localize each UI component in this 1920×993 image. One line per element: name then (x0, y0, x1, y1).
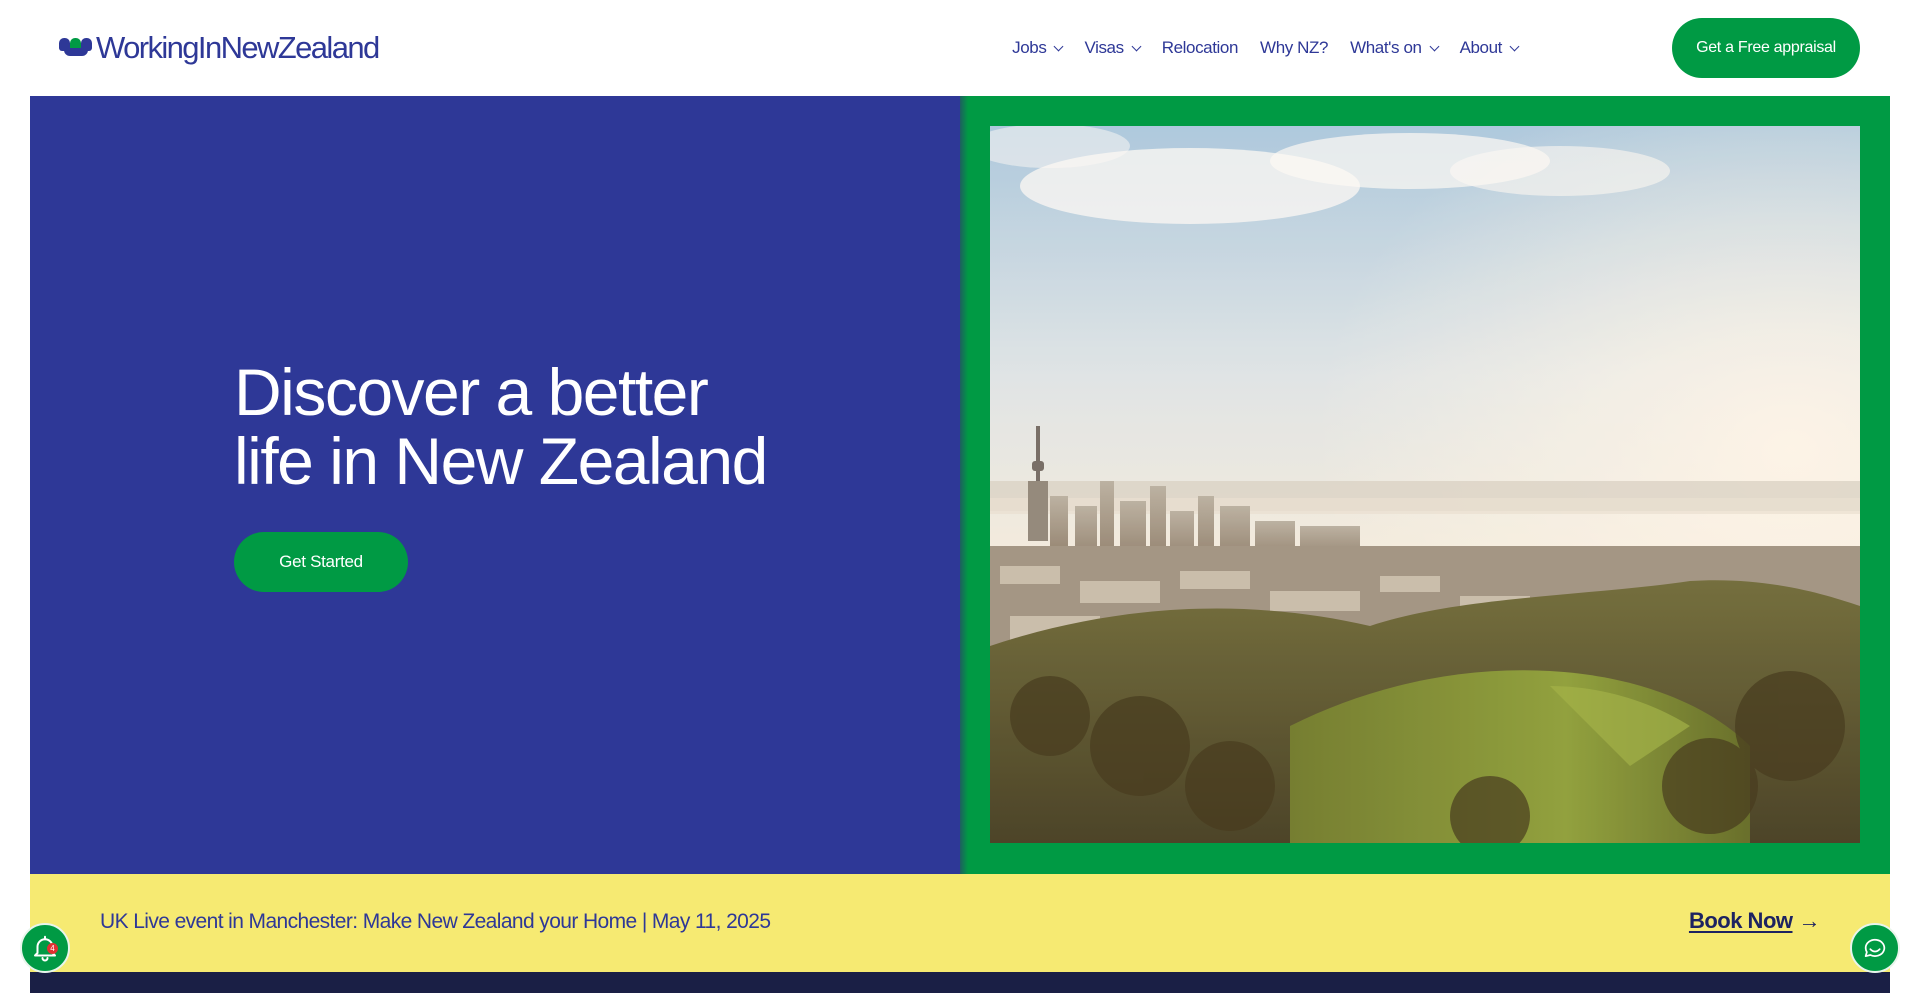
chevron-down-icon (1429, 41, 1440, 51)
chevron-down-icon (1509, 41, 1520, 51)
event-banner: UK Live event in Manchester: Make New Ze… (30, 874, 1890, 972)
nav-item-about[interactable]: About (1459, 38, 1520, 58)
nav-item-label: Visas (1084, 38, 1124, 57)
nav-item-label: Why NZ? (1260, 38, 1329, 57)
hero-title-line-1: Discover a better (234, 355, 709, 429)
notification-count-badge: 4 (47, 943, 58, 954)
nav-item-jobs[interactable]: Jobs (1012, 38, 1064, 58)
chat-bubble-icon (1864, 938, 1886, 958)
nav-item-whats-on[interactable]: What's on (1350, 38, 1440, 58)
nav-item-label: About (1459, 38, 1503, 57)
nav-item-label: What's on (1350, 38, 1422, 57)
nav-item-why-nz[interactable]: Why NZ? (1260, 38, 1328, 58)
hero-panel: Discover a better life in New Zealand Ge… (30, 96, 960, 874)
notification-bell-button[interactable]: 4 (20, 923, 70, 973)
hero-city-image (990, 126, 1860, 843)
arrow-right-icon: → (1798, 908, 1821, 933)
footer-strip (30, 972, 1890, 993)
book-now-label: Book Now (1688, 908, 1793, 933)
chevron-down-icon (1054, 41, 1064, 51)
site-header: WorkingInNewZealand Jobs Visas Relocatio… (0, 0, 1920, 96)
book-now-link[interactable]: Book Now → (1688, 908, 1821, 934)
nav-item-visas[interactable]: Visas (1084, 38, 1142, 58)
get-started-button[interactable]: Get Started (234, 532, 408, 592)
chat-button[interactable] (1850, 923, 1900, 973)
hero-title-line-2: life in New Zealand (234, 424, 768, 498)
hero-title: Discover a better life in New Zealand (234, 355, 768, 498)
nav-item-relocation[interactable]: Relocation (1161, 38, 1239, 58)
nav-item-label: Relocation (1161, 38, 1239, 57)
hero-media-panel (960, 96, 1890, 874)
site-logo[interactable]: WorkingInNewZealand (59, 28, 380, 68)
nav-item-label: Jobs (1012, 38, 1047, 57)
chevron-down-icon (1131, 41, 1142, 51)
free-appraisal-button[interactable]: Get a Free appraisal (1672, 18, 1860, 78)
logo-mark-icon (59, 35, 93, 61)
logo-text: WorkingInNewZealand (96, 30, 380, 65)
event-banner-text: UK Live event in Manchester: Make New Ze… (100, 910, 771, 933)
main-nav: Jobs Visas Relocation Why NZ? What's on … (990, 34, 1520, 62)
